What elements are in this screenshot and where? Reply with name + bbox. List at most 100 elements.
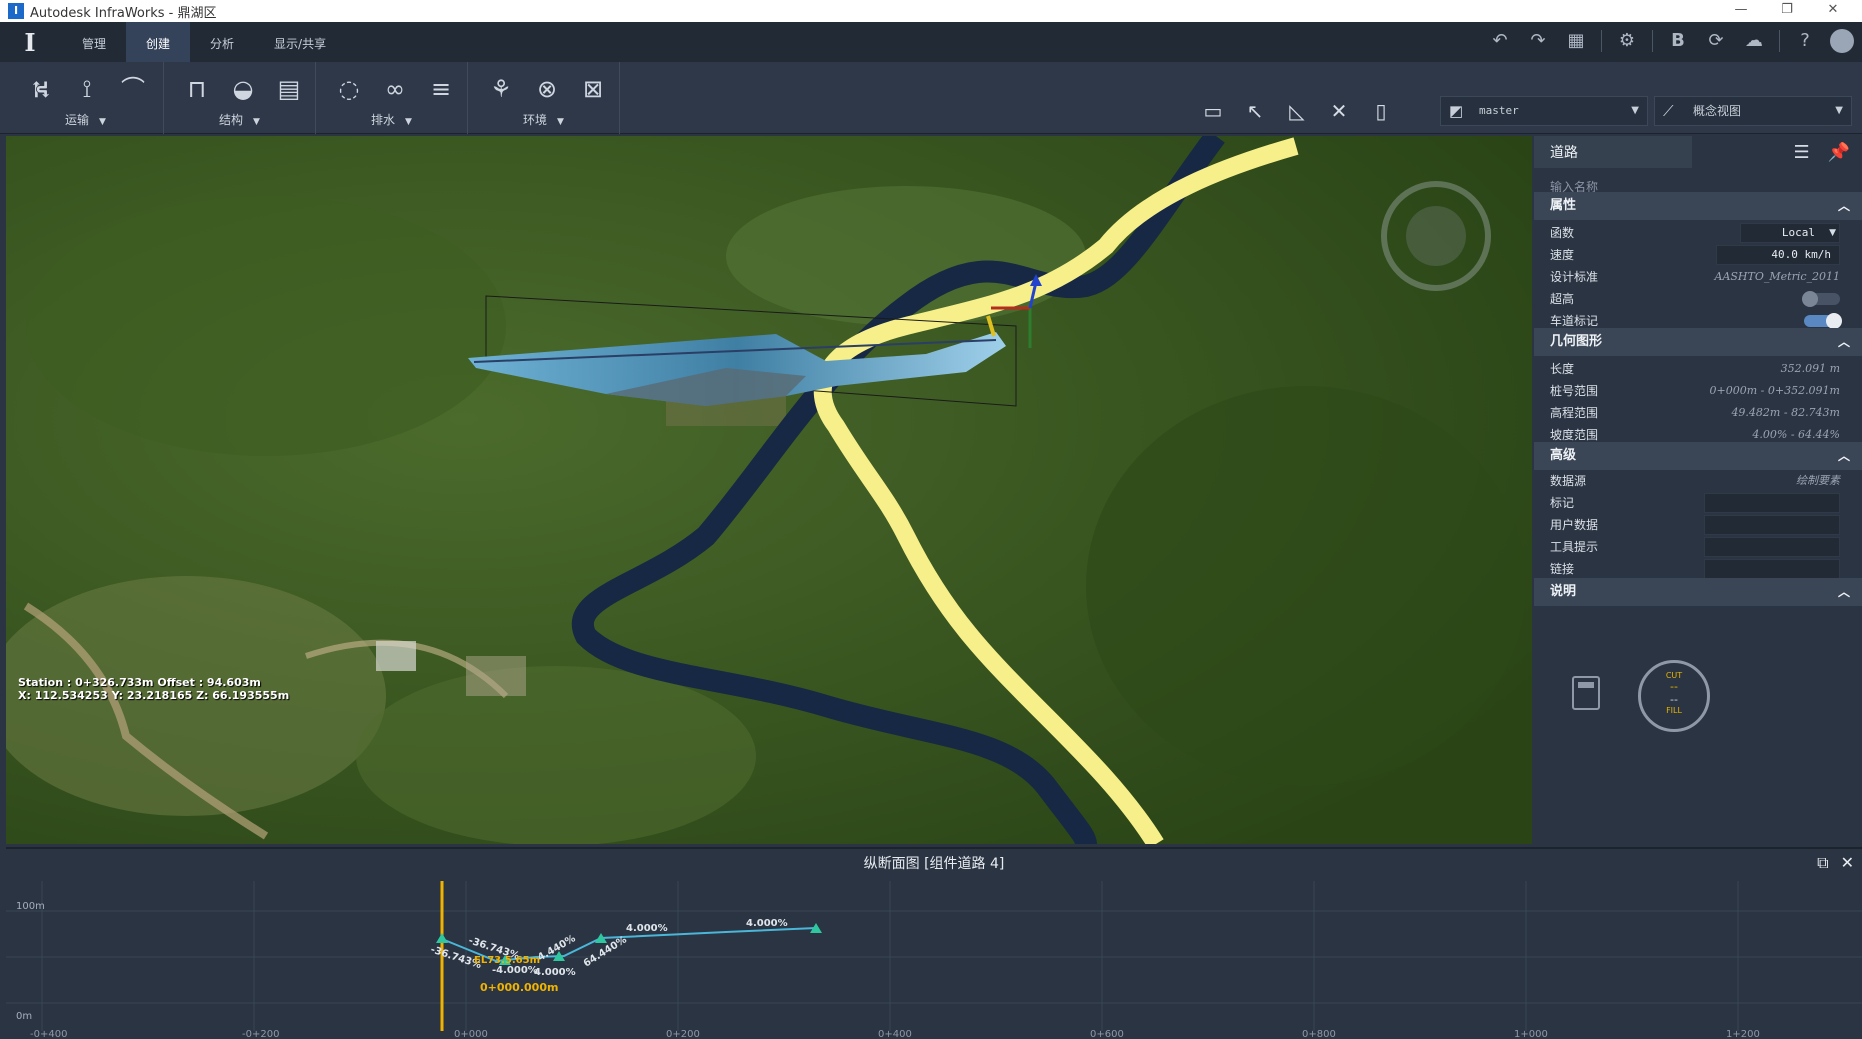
- toolbar-divider: [1779, 30, 1780, 52]
- prop-row-design-standard: 设计标准 AASHTO_Metric_2011: [1550, 270, 1840, 284]
- pin-icon[interactable]: 📌: [1828, 142, 1850, 163]
- geom-row-elevation-range: 高程范围 49.482m - 82.743m: [1550, 406, 1840, 420]
- chevron-up-icon: ︿: [1837, 449, 1850, 463]
- visual-style-icon: ⟋: [1663, 102, 1674, 120]
- section-advanced[interactable]: 高级 ︿: [1534, 442, 1862, 470]
- grade-label: 4.000%: [626, 923, 668, 934]
- lane-markings-toggle[interactable]: [1804, 313, 1842, 329]
- dropdown-arrow-icon: ▼: [253, 117, 260, 127]
- ribbon-group-transport: ⛕ ⟟ ⌒ 运输 ▼: [8, 62, 164, 134]
- ribbon-group-label[interactable]: 结构 ▼: [164, 111, 315, 128]
- speed-input[interactable]: 40.0 km/h: [1716, 245, 1840, 265]
- pvi-marker[interactable]: [436, 933, 448, 943]
- intersection-icon[interactable]: ⟟: [70, 74, 104, 104]
- function-select[interactable]: Local: [1740, 223, 1840, 243]
- profile-title: 纵断面图 [组件道路 4]: [863, 856, 1005, 872]
- calculator-icon[interactable]: [1572, 676, 1600, 710]
- help-icon[interactable]: ?: [1792, 28, 1818, 54]
- application-menu-icon[interactable]: I: [10, 28, 50, 57]
- close-icon[interactable]: ✕: [1841, 853, 1854, 873]
- chevron-down-icon: ▼: [1835, 105, 1843, 116]
- tab-analyze[interactable]: 分析: [190, 22, 254, 62]
- water-area-icon[interactable]: ⚘: [484, 74, 518, 104]
- tab-create[interactable]: 创建: [126, 22, 191, 62]
- visual-style-dropdown[interactable]: ⟋ 概念视图 ▼: [1654, 96, 1852, 126]
- adv-row-data-source: 数据源 绘制要素: [1550, 474, 1840, 488]
- ribbon-group-label[interactable]: 排水 ▼: [316, 111, 467, 128]
- adv-row-tag: 标记: [1534, 492, 1862, 514]
- bridge-icon[interactable]: ⌒: [116, 74, 150, 104]
- sync-icon[interactable]: ⟳: [1703, 28, 1729, 54]
- grade-label: 4.000%: [746, 918, 788, 929]
- geom-row-length: 长度 352.091 m: [1550, 362, 1840, 376]
- 3d-viewport[interactable]: Station : 0+326.733m Offset : 94.603m X:…: [6, 136, 1532, 844]
- dropdown-arrow-icon: ▼: [557, 117, 564, 127]
- road-icon[interactable]: ⛕: [24, 74, 58, 104]
- ribbon-group-label[interactable]: 运输 ▼: [8, 111, 163, 128]
- chevron-up-icon: ︿: [1837, 199, 1850, 213]
- x-tick-label: 1+000: [1514, 1029, 1548, 1039]
- chevron-up-icon: ︿: [1837, 335, 1850, 349]
- select-cursor-icon[interactable]: ↖: [1242, 98, 1268, 124]
- infraworks-logo-icon: I: [8, 3, 24, 19]
- float-window-icon[interactable]: ⧉: [1817, 853, 1828, 873]
- prop-row-speed: 速度 40.0 km/h: [1534, 244, 1862, 266]
- proposal-dropdown[interactable]: ◩ master ▼: [1440, 96, 1648, 126]
- city-furniture-icon[interactable]: ◒: [226, 74, 260, 104]
- tree-icon[interactable]: ▤: [272, 74, 306, 104]
- dropdown-arrow-icon: ▼: [405, 117, 412, 127]
- chevron-down-icon: ▼: [1631, 105, 1639, 116]
- undo-icon[interactable]: ↶: [1487, 28, 1513, 54]
- tag-input[interactable]: [1704, 493, 1840, 513]
- ribbon: ⛕ ⟟ ⌒ 运输 ▼ ⊓ ◒ ▤ 结构 ▼ ◌ ∞ ≡ 排水 ▼ ⚘ ⊗ ⊠ 环…: [0, 62, 1862, 134]
- close-window-button[interactable]: ✕: [1810, 0, 1856, 22]
- grade-label: 64.440%: [582, 934, 629, 969]
- toolbar-divider: [1601, 30, 1602, 52]
- superelevation-toggle[interactable]: [1802, 291, 1840, 307]
- chevron-up-icon: ︿: [1837, 585, 1850, 599]
- tab-present-share[interactable]: 显示/共享: [254, 22, 346, 62]
- ribbon-group-environment: ⚘ ⊗ ⊠ 环境 ▼: [468, 62, 620, 134]
- settings-gear-icon[interactable]: ⚙: [1614, 28, 1640, 54]
- prop-row-superelevation: 超高: [1534, 288, 1862, 310]
- section-notes[interactable]: 说明 ︿: [1534, 578, 1862, 606]
- coverage-icon[interactable]: ⊗: [530, 74, 564, 104]
- tooltip-input[interactable]: [1704, 537, 1840, 557]
- user-avatar[interactable]: [1830, 29, 1854, 53]
- culvert-icon[interactable]: ∞: [378, 74, 412, 104]
- cloud-icon[interactable]: ☁: [1741, 28, 1767, 54]
- measure-icon[interactable]: ◺: [1284, 98, 1310, 124]
- building-icon[interactable]: ⊓: [180, 74, 214, 104]
- adv-row-user-data: 用户数据: [1534, 514, 1862, 536]
- ribbon-group-drainage: ◌ ∞ ≡ 排水 ▼: [316, 62, 468, 134]
- view-screen-icon[interactable]: ▭: [1200, 98, 1226, 124]
- redo-icon[interactable]: ↷: [1525, 28, 1551, 54]
- minimize-button[interactable]: —: [1718, 0, 1764, 22]
- tab-manage[interactable]: 管理: [62, 22, 126, 62]
- profile-view-panel: 纵断面图 [组件道路 4] ⧉ ✕ 100m 0m -0+400 -0+200 …: [6, 847, 1862, 1039]
- terrain-icon[interactable]: ⊠: [576, 74, 610, 104]
- pipe-icon[interactable]: ◌: [332, 74, 366, 104]
- panel-toggle-icon[interactable]: ▯: [1368, 98, 1394, 124]
- section-properties[interactable]: 属性 ︿: [1534, 192, 1862, 220]
- dropdown-arrow-icon: ▼: [99, 117, 106, 127]
- bim360-icon[interactable]: B: [1665, 28, 1691, 54]
- user-data-input[interactable]: [1704, 515, 1840, 535]
- prop-row-function: 函数 Local ▼: [1534, 222, 1862, 244]
- section-geometry[interactable]: 几何图形 ︿: [1534, 328, 1862, 356]
- x-tick-label: 0+800: [1302, 1029, 1336, 1039]
- link-input[interactable]: [1704, 559, 1840, 579]
- panel-tab-road[interactable]: 道路: [1534, 136, 1692, 168]
- profile-chart[interactable]: 100m 0m -0+400 -0+200 0+000 0+200 0+400 …: [6, 881, 1862, 1039]
- cut-fill-gauge[interactable]: CUT -- -- FILL: [1638, 660, 1710, 732]
- ribbon-group-label[interactable]: 环境 ▼: [468, 111, 619, 128]
- chevron-down-icon: ▼: [1829, 228, 1836, 238]
- x-tick-label: 0+000: [454, 1029, 488, 1039]
- menu-icon[interactable]: ☰: [1793, 142, 1809, 163]
- crop-tools-icon[interactable]: ✕: [1326, 98, 1352, 124]
- y-label-bottom: 0m: [16, 1011, 32, 1022]
- terrain-scene: [6, 136, 1532, 844]
- restore-button[interactable]: ❐: [1764, 0, 1810, 22]
- model-explorer-icon[interactable]: ▦: [1563, 28, 1589, 54]
- inlet-icon[interactable]: ≡: [424, 74, 458, 104]
